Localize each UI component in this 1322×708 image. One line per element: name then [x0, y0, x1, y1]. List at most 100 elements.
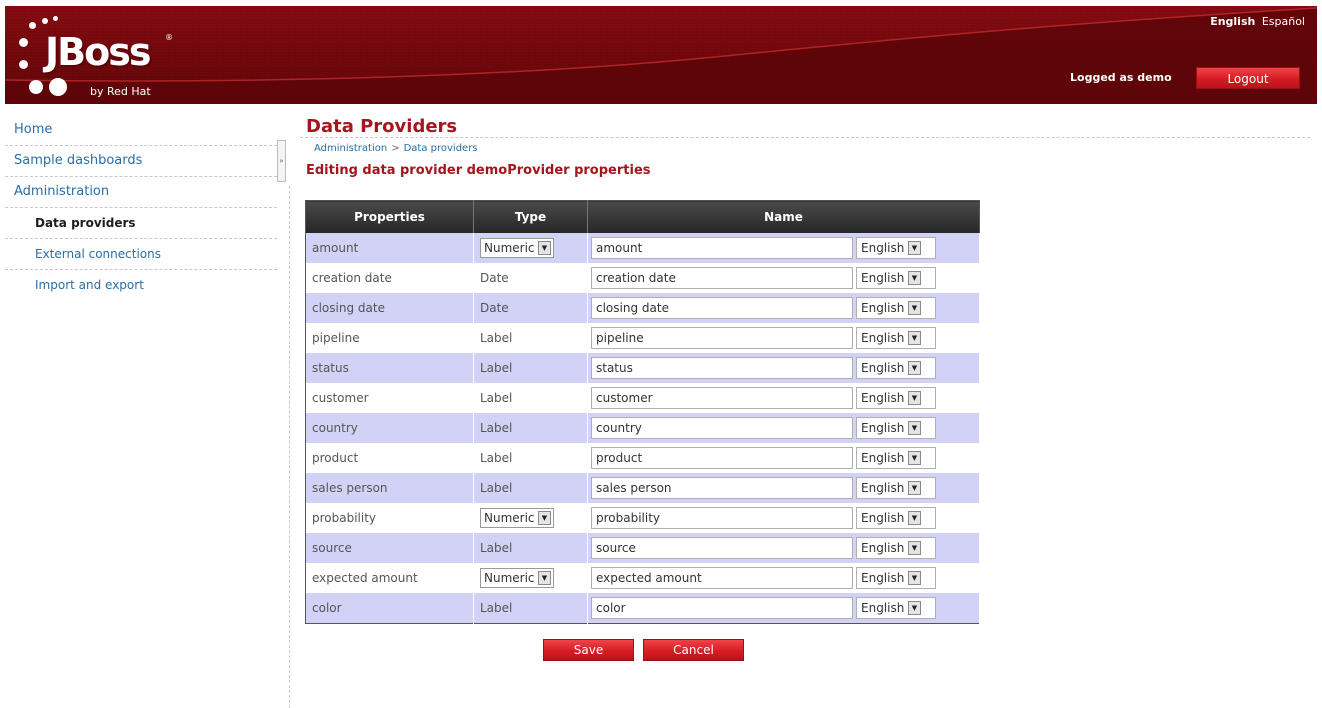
logo-registered-mark: ® — [165, 33, 173, 42]
name-input[interactable]: probability — [591, 507, 853, 529]
property-cell: country — [305, 413, 474, 443]
sidebar-nav: Home Sample dashboards Administration Da… — [5, 115, 277, 300]
language-select-value: English — [861, 451, 905, 465]
language-select-value: English — [861, 301, 905, 315]
sidebar-collapse-handle[interactable]: » — [277, 140, 286, 182]
logo-text: JBoss — [45, 30, 151, 74]
dropdown-arrow-icon[interactable]: ▼ — [908, 271, 921, 285]
dropdown-arrow-icon[interactable]: ▼ — [908, 331, 921, 345]
property-cell: probability — [305, 503, 474, 533]
language-select[interactable]: English ▼ — [856, 297, 936, 319]
name-cell: product English ▼ — [587, 443, 980, 473]
property-cell: product — [305, 443, 474, 473]
jboss-logo[interactable]: JBoss ® by Red Hat — [15, 12, 195, 100]
language-select[interactable]: English ▼ — [856, 327, 936, 349]
type-select[interactable]: Numeric ▼ — [480, 238, 554, 258]
logout-button[interactable]: Logout — [1196, 67, 1300, 89]
language-espanol-link[interactable]: Español — [1262, 15, 1305, 28]
name-input[interactable]: status — [591, 357, 853, 379]
dropdown-arrow-icon[interactable]: ▼ — [908, 421, 921, 435]
dropdown-arrow-icon[interactable]: ▼ — [538, 241, 551, 255]
sidebar-item-import-export[interactable]: Import and export — [5, 270, 277, 300]
name-input[interactable]: product — [591, 447, 853, 469]
dropdown-arrow-icon[interactable]: ▼ — [908, 361, 921, 375]
dropdown-arrow-icon[interactable]: ▼ — [908, 541, 921, 555]
table-header-row: Properties Type Name — [305, 200, 980, 233]
type-cell: Label — [473, 383, 588, 413]
header-banner: JBoss ® by Red Hat English Español Logge… — [5, 6, 1317, 104]
name-cell: pipeline English ▼ — [587, 323, 980, 353]
language-select[interactable]: English ▼ — [856, 537, 936, 559]
name-cell: sales person English ▼ — [587, 473, 980, 503]
name-input[interactable]: amount — [591, 237, 853, 259]
name-input[interactable]: closing date — [591, 297, 853, 319]
type-select-value: Numeric — [484, 511, 535, 525]
language-english-link[interactable]: English — [1210, 15, 1255, 28]
type-cell: Date — [473, 263, 588, 293]
property-cell: creation date — [305, 263, 474, 293]
language-select[interactable]: English ▼ — [856, 597, 936, 619]
sidebar-item-data-providers[interactable]: Data providers — [5, 208, 277, 239]
language-select[interactable]: English ▼ — [856, 267, 936, 289]
type-cell: Label — [473, 533, 588, 563]
breadcrumb-data-providers[interactable]: Data providers — [404, 143, 478, 154]
type-label: Label — [480, 451, 513, 465]
properties-table: Properties Type Name amount Numeric ▼ amoun… — [305, 200, 980, 624]
type-select-value: Numeric — [484, 241, 535, 255]
language-select[interactable]: English ▼ — [856, 357, 936, 379]
language-select-value: English — [861, 241, 905, 255]
table-row: customer Label customer English ▼ — [305, 383, 980, 413]
language-select[interactable]: English ▼ — [856, 567, 936, 589]
name-input[interactable]: sales person — [591, 477, 853, 499]
language-select[interactable]: English ▼ — [856, 507, 936, 529]
column-header-name: Name — [587, 200, 980, 233]
name-input[interactable]: source — [591, 537, 853, 559]
header-wave-decoration — [5, 6, 1317, 104]
name-input[interactable]: customer — [591, 387, 853, 409]
property-cell: expected amount — [305, 563, 474, 593]
language-select-value: English — [861, 601, 905, 615]
type-label: Label — [480, 331, 513, 345]
language-switcher: English Español — [1207, 15, 1305, 28]
dropdown-arrow-icon[interactable]: ▼ — [908, 241, 921, 255]
type-select[interactable]: Numeric ▼ — [480, 568, 554, 588]
dropdown-arrow-icon[interactable]: ▼ — [538, 571, 551, 585]
save-button[interactable]: Save — [543, 639, 634, 661]
type-label: Date — [480, 271, 509, 285]
sidebar-item-administration[interactable]: Administration — [5, 177, 277, 208]
language-select[interactable]: English ▼ — [856, 447, 936, 469]
type-label: Label — [480, 361, 513, 375]
property-cell: amount — [305, 233, 474, 263]
language-select[interactable]: English ▼ — [856, 477, 936, 499]
dropdown-arrow-icon[interactable]: ▼ — [908, 601, 921, 615]
editing-subtitle: Editing data provider demoProvider prope… — [306, 163, 651, 178]
dropdown-arrow-icon[interactable]: ▼ — [908, 511, 921, 525]
dropdown-arrow-icon[interactable]: ▼ — [908, 481, 921, 495]
language-select[interactable]: English ▼ — [856, 417, 936, 439]
dropdown-arrow-icon[interactable]: ▼ — [538, 511, 551, 525]
name-cell: source English ▼ — [587, 533, 980, 563]
type-select[interactable]: Numeric ▼ — [480, 508, 554, 528]
name-input[interactable]: expected amount — [591, 567, 853, 589]
type-label: Label — [480, 601, 513, 615]
name-input[interactable]: pipeline — [591, 327, 853, 349]
language-select[interactable]: English ▼ — [856, 387, 936, 409]
table-row: source Label source English ▼ — [305, 533, 980, 563]
table-row: status Label status English ▼ — [305, 353, 980, 383]
sidebar-item-sample-dashboards[interactable]: Sample dashboards — [5, 146, 277, 177]
dropdown-arrow-icon[interactable]: ▼ — [908, 391, 921, 405]
dropdown-arrow-icon[interactable]: ▼ — [908, 451, 921, 465]
table-row: expected amount Numeric ▼ expected amount En… — [305, 563, 980, 593]
name-input[interactable]: country — [591, 417, 853, 439]
dropdown-arrow-icon[interactable]: ▼ — [908, 571, 921, 585]
sidebar-item-external-connections[interactable]: External connections — [5, 239, 277, 270]
name-input[interactable]: creation date — [591, 267, 853, 289]
table-row: closing date Date closing date English ▼ — [305, 293, 980, 323]
breadcrumb-administration[interactable]: Administration — [314, 143, 387, 154]
sidebar-item-home[interactable]: Home — [5, 115, 277, 146]
name-input[interactable]: color — [591, 597, 853, 619]
cancel-button[interactable]: Cancel — [643, 639, 744, 661]
dropdown-arrow-icon[interactable]: ▼ — [908, 301, 921, 315]
collapse-handle-icon: » — [279, 157, 284, 165]
language-select[interactable]: English ▼ — [856, 237, 936, 259]
